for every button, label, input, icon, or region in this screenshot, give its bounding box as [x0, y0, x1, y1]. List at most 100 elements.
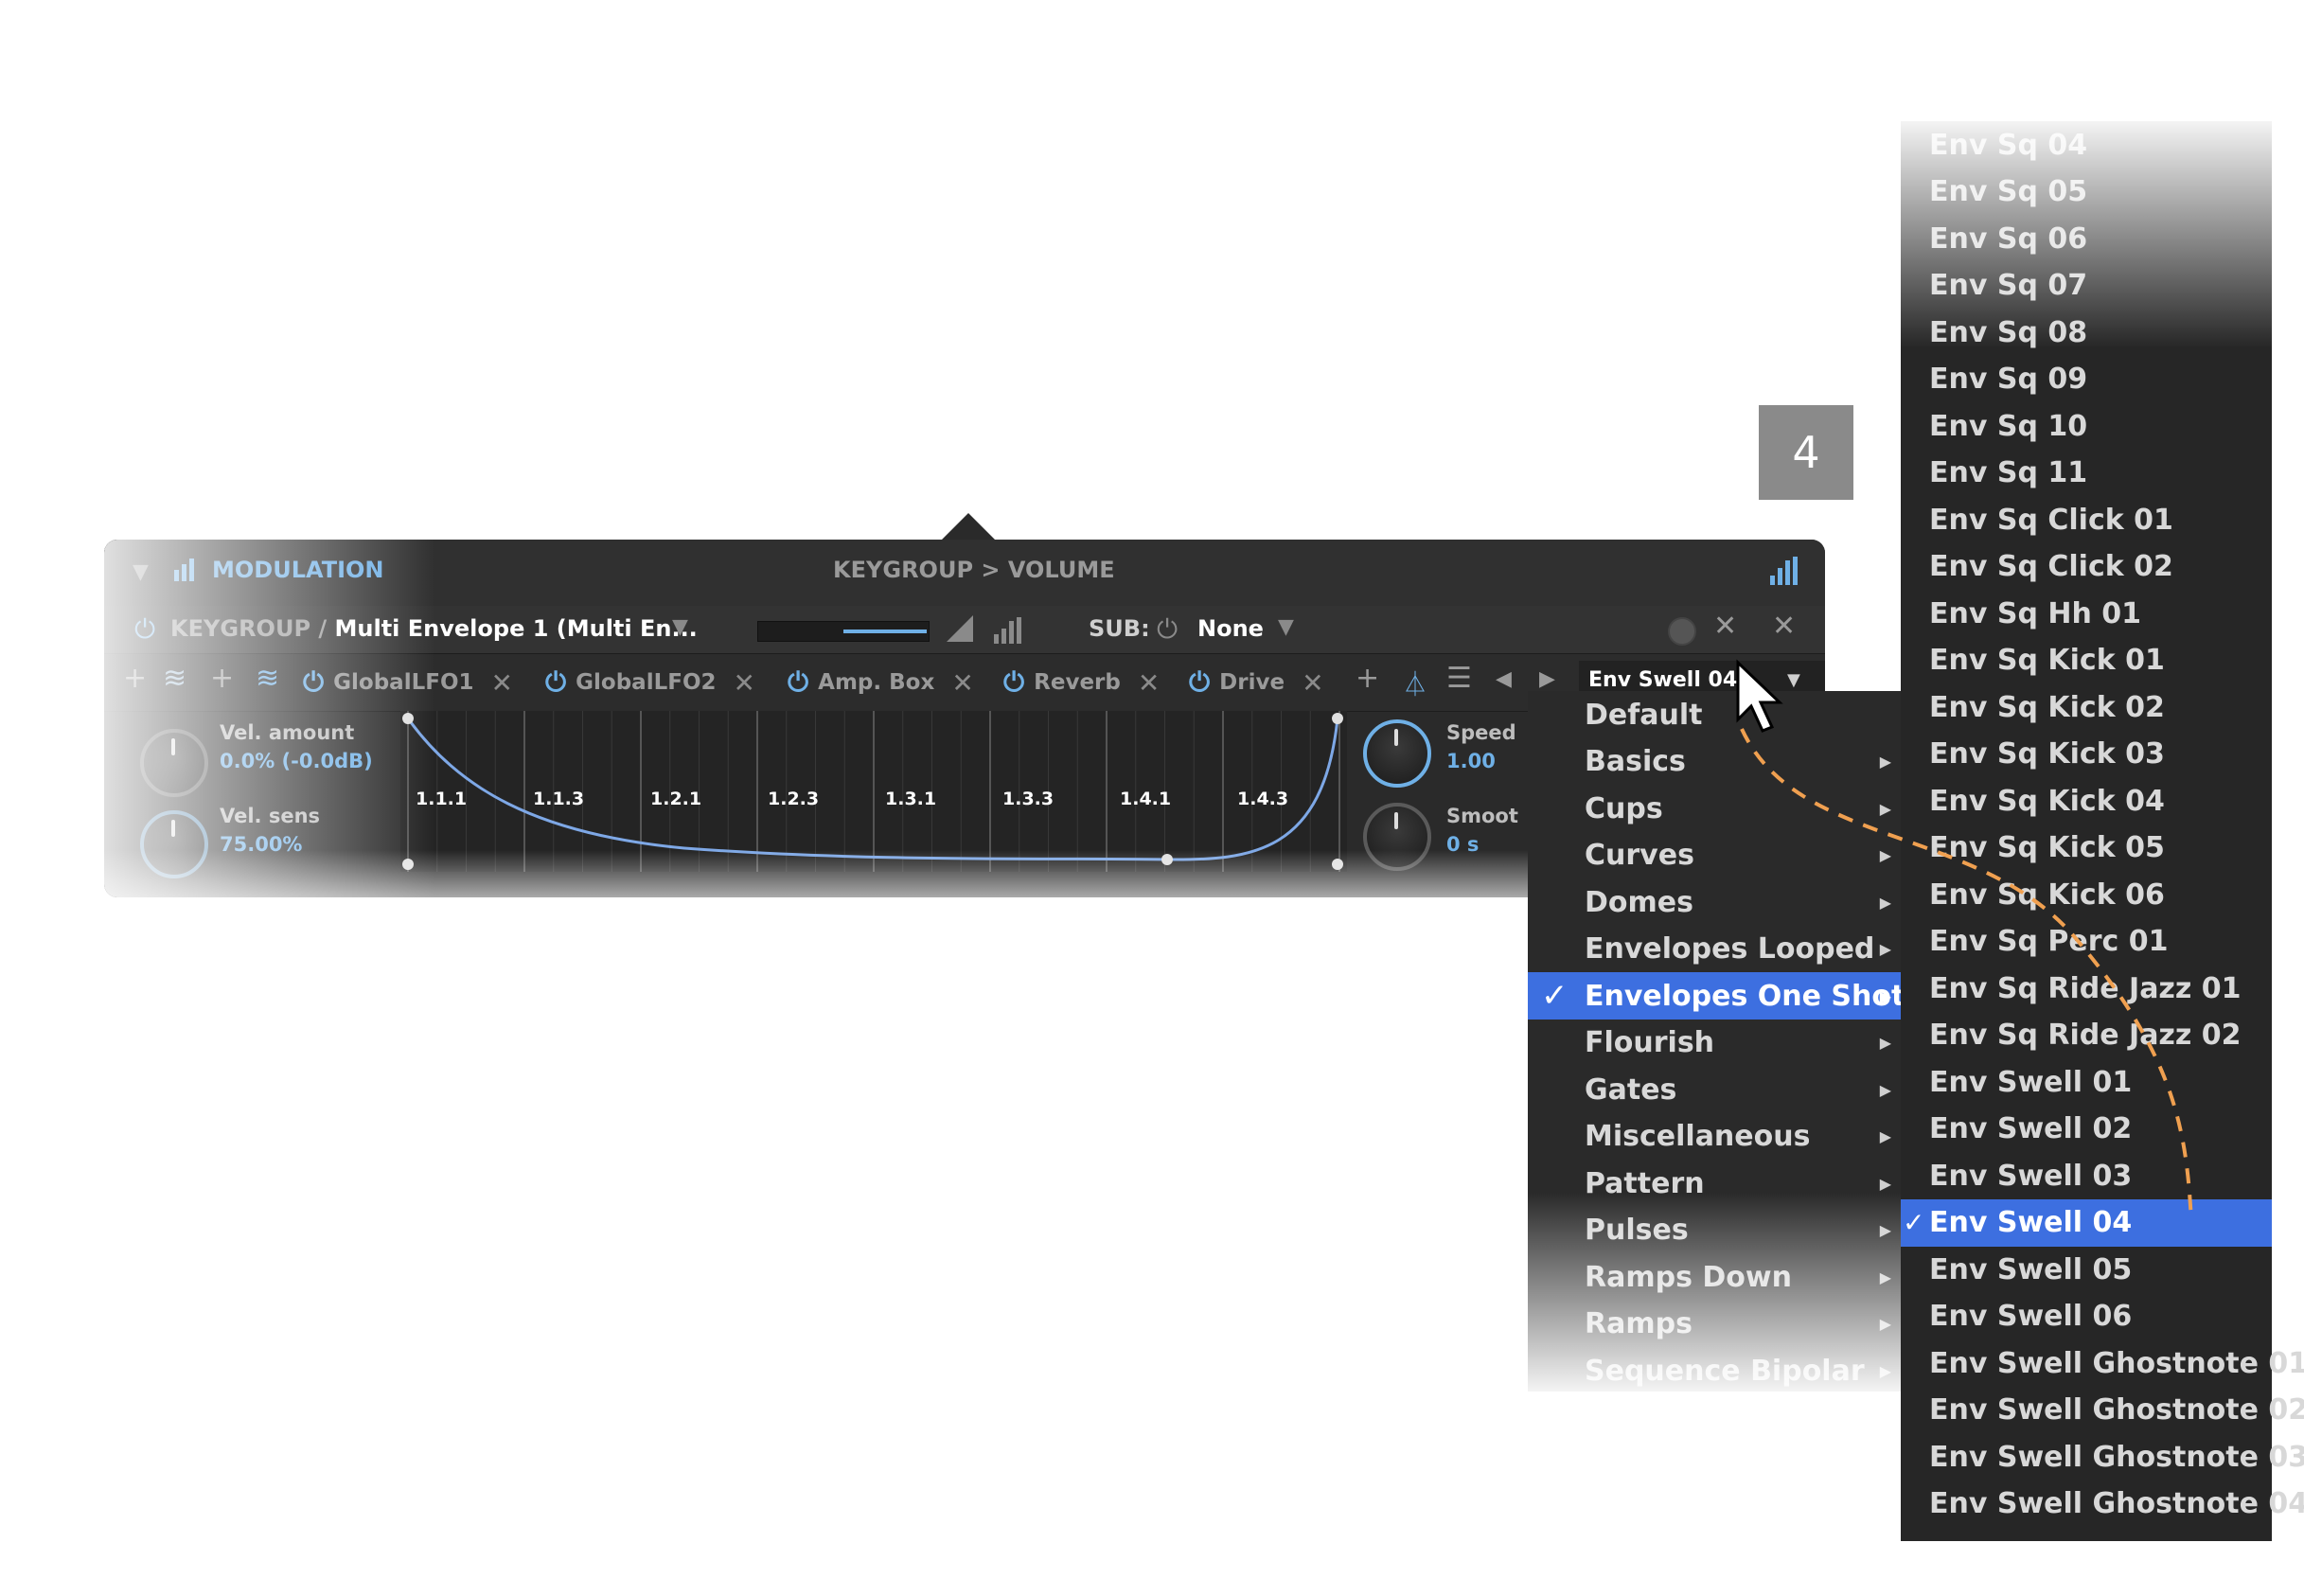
preset-item[interactable]: Env Sq Perc 01: [1901, 918, 2272, 966]
stack-icon[interactable]: ≋: [256, 662, 279, 695]
preset-item[interactable]: Env Sq Ride Jazz 01: [1901, 965, 2272, 1012]
power-icon[interactable]: ⏻: [788, 666, 808, 699]
ramp-icon[interactable]: [947, 615, 973, 642]
tab-globallfo2[interactable]: ⏻ GlobalLFO2 ✕: [545, 662, 755, 703]
preset-item[interactable]: ✓ Env Swell 04: [1901, 1198, 2272, 1247]
preset-item[interactable]: Env Swell Ghostnote 01: [1901, 1339, 2304, 1387]
envelope-node[interactable]: [1332, 713, 1343, 724]
preset-item[interactable]: Env Sq Click 01: [1901, 496, 2272, 543]
submenu-arrow-icon: ▶: [1879, 753, 1891, 771]
preset-dropdown-icon[interactable]: ▼: [1787, 670, 1800, 690]
category-item[interactable]: Pattern ▶: [1528, 1160, 1905, 1207]
category-item[interactable]: Ramps Down ▶: [1528, 1253, 1905, 1301]
preset-item[interactable]: Env Sq 06: [1901, 215, 2272, 262]
vel-amount-knob[interactable]: [140, 729, 208, 797]
preset-item[interactable]: Env Sq 10: [1901, 402, 2272, 450]
add-modulator-icon[interactable]: +: [1356, 662, 1379, 695]
preset-item[interactable]: Env Swell 02: [1901, 1106, 2272, 1153]
power-icon[interactable]: ⏻: [1003, 666, 1024, 699]
close-tab-icon[interactable]: ✕: [951, 667, 973, 699]
preset-item[interactable]: Env Sq Kick 03: [1901, 731, 2272, 778]
category-item[interactable]: Gates ▶: [1528, 1066, 1905, 1113]
prev-icon[interactable]: ◀: [1496, 667, 1512, 691]
preset-item[interactable]: Env Sq 07: [1901, 262, 2272, 310]
vel-sens-knob[interactable]: [140, 810, 208, 878]
category-item[interactable]: Domes ▶: [1528, 878, 1905, 926]
preset-label: Env Swell Ghostnote 03: [1929, 1440, 2304, 1474]
preset-item[interactable]: Env Sq Kick 01: [1901, 637, 2272, 684]
category-item[interactable]: Flourish ▶: [1528, 1020, 1905, 1067]
remove-icon[interactable]: ✕: [1713, 610, 1737, 643]
preset-item[interactable]: Env Sq 08: [1901, 309, 2272, 356]
category-item[interactable]: Cups ▶: [1528, 785, 1905, 832]
power-icon[interactable]: ⏻: [545, 666, 566, 699]
category-item[interactable]: Sequence Bipolar ▶: [1528, 1347, 1905, 1394]
source-name[interactable]: KEYGROUP / Multi Envelope 1 (Multi En...: [170, 615, 698, 642]
preset-item[interactable]: Env Sq 11: [1901, 450, 2272, 497]
category-item[interactable]: Basics ▶: [1528, 738, 1905, 786]
close-tab-icon[interactable]: ✕: [491, 667, 513, 699]
preset-item[interactable]: Env Sq Kick 04: [1901, 777, 2272, 825]
category-item[interactable]: Curves ▶: [1528, 832, 1905, 879]
preset-item[interactable]: Env Swell 06: [1901, 1293, 2272, 1340]
preset-item[interactable]: Env Swell 05: [1901, 1246, 2272, 1293]
source-power-icon[interactable]: ⏻: [134, 613, 155, 646]
tab-reverb[interactable]: ⏻ Reverb ✕: [1003, 662, 1160, 703]
source-dropdown-icon[interactable]: ▼: [672, 615, 688, 639]
meter-small-icon[interactable]: [994, 617, 1021, 644]
category-item[interactable]: Default: [1528, 691, 1905, 738]
add-left-icon[interactable]: +: [123, 662, 147, 695]
collapse-icon[interactable]: ▼: [133, 560, 149, 584]
metronome-icon[interactable]: ⏃: [1403, 665, 1427, 700]
next-icon[interactable]: ▶: [1539, 667, 1555, 691]
category-item[interactable]: Envelopes Looped ▶: [1528, 926, 1905, 973]
depth-slider-fill: [843, 630, 927, 633]
preset-item[interactable]: Env Sq Click 02: [1901, 543, 2272, 591]
preset-item[interactable]: Env Sq 09: [1901, 356, 2272, 403]
envelope-step-label: 1.2.1: [650, 789, 702, 809]
envelope-node[interactable]: [402, 713, 414, 724]
depth-slider[interactable]: [757, 621, 930, 642]
tab-drive[interactable]: ⏻ Drive ✕: [1189, 662, 1324, 703]
power-icon[interactable]: ⏻: [1189, 666, 1210, 699]
preset-item[interactable]: Env Sq Ride Jazz 02: [1901, 1012, 2272, 1059]
preset-label: Env Sq 08: [1929, 315, 2088, 349]
category-item[interactable]: Miscellaneous ▶: [1528, 1113, 1905, 1161]
sub-value[interactable]: None: [1197, 615, 1264, 642]
preset-item[interactable]: Env Swell Ghostnote 03: [1901, 1433, 2304, 1481]
preset-item[interactable]: Env Sq 05: [1901, 168, 2272, 216]
preset-item[interactable]: Env Swell Ghostnote 04: [1901, 1481, 2304, 1528]
preset-item[interactable]: Env Sq Kick 05: [1901, 825, 2272, 872]
menu-icon[interactable]: ☰: [1446, 662, 1472, 695]
close-icon[interactable]: ✕: [1772, 610, 1796, 643]
record-icon[interactable]: [1668, 617, 1696, 646]
preset-item[interactable]: Env Sq Kick 06: [1901, 871, 2272, 918]
envelope-editor[interactable]: 1.1.1 1.1.3 1.2.1 1.2.3 1.3.1 1.3.3 1.4.1 1.4.3: [400, 711, 1347, 872]
add-icon[interactable]: +: [210, 662, 234, 695]
sub-dropdown-icon[interactable]: ▼: [1278, 615, 1294, 639]
preset-item[interactable]: Env Swell Ghostnote 02: [1901, 1387, 2304, 1434]
category-item[interactable]: Pulses ▶: [1528, 1207, 1905, 1254]
category-item[interactable]: ✓ Envelopes One Shot ▶: [1528, 972, 1905, 1020]
preset-label: Env Swell 06: [1929, 1300, 2133, 1333]
sub-power-icon[interactable]: ⏻: [1157, 613, 1178, 646]
smooth-knob[interactable]: [1363, 803, 1431, 871]
envelope-node[interactable]: [402, 859, 414, 870]
preset-item[interactable]: Env Sq Kick 02: [1901, 683, 2272, 731]
tab-amp-box[interactable]: ⏻ Amp. Box ✕: [788, 662, 974, 703]
envelope-node[interactable]: [1161, 854, 1173, 865]
close-tab-icon[interactable]: ✕: [1302, 667, 1323, 699]
preset-item[interactable]: Env Swell 03: [1901, 1152, 2272, 1199]
speed-knob[interactable]: [1363, 719, 1431, 788]
meter-icon[interactable]: [1770, 557, 1798, 585]
power-icon[interactable]: ⏻: [303, 666, 324, 699]
close-tab-icon[interactable]: ✕: [734, 667, 755, 699]
preset-item[interactable]: Env Sq Hh 01: [1901, 590, 2272, 637]
category-item[interactable]: Ramps ▶: [1528, 1301, 1905, 1348]
layers-icon[interactable]: ≋: [163, 662, 186, 695]
tab-globallfo1[interactable]: ⏻ GlobalLFO1 ✕: [303, 662, 513, 703]
preset-item[interactable]: Env Swell 01: [1901, 1058, 2272, 1106]
envelope-node[interactable]: [1332, 859, 1343, 870]
close-tab-icon[interactable]: ✕: [1138, 667, 1160, 699]
preset-item[interactable]: Env Sq 04: [1901, 121, 2272, 168]
